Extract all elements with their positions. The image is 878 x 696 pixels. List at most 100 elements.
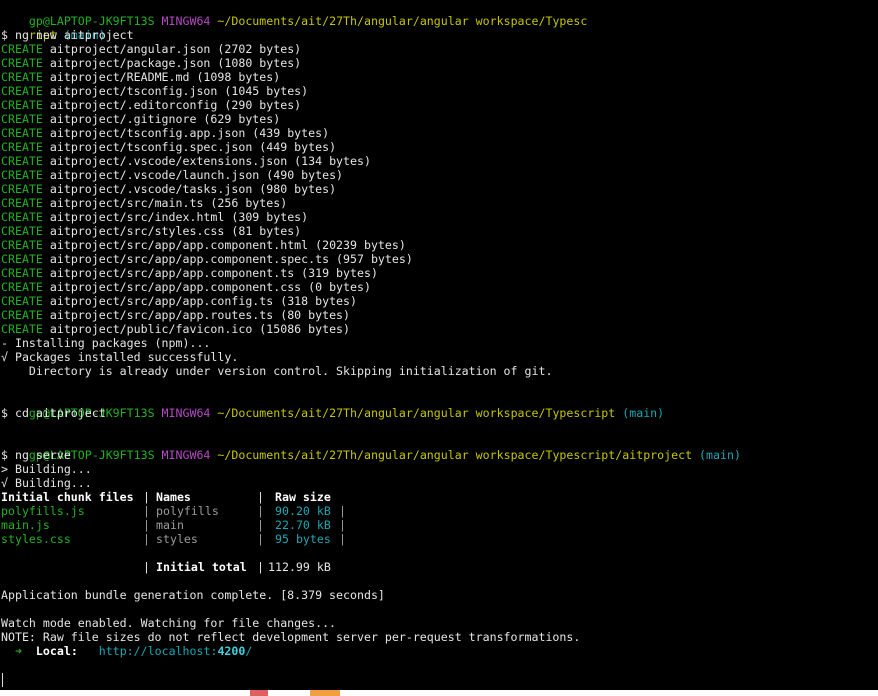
chunk-file: polyfills.js bbox=[1, 504, 85, 518]
created-file: aitproject/.gitignore (629 bytes) bbox=[49, 112, 281, 126]
header-chunk-files: Initial chunk files bbox=[1, 490, 134, 504]
create-line: CREATE aitproject/src/app/app.config.ts … bbox=[1, 294, 357, 308]
prompt-path: ~/Documents/ait/27Th/angular/angular wor… bbox=[217, 448, 693, 462]
table-separator: | bbox=[339, 504, 346, 518]
building-done-text: √ Building... bbox=[1, 476, 92, 490]
bundle-total-row: | Initial total | 112.99 kB bbox=[1, 560, 401, 574]
chunk-size: 90.20 kB bbox=[275, 504, 331, 518]
create-line: CREATE aitproject/.vscode/extensions.jso… bbox=[1, 154, 371, 168]
create-line: CREATE aitproject/src/app/app.component.… bbox=[1, 252, 413, 266]
created-file: aitproject/src/app/app.component.css (0 … bbox=[49, 280, 371, 294]
prompt-branch: (main) bbox=[699, 448, 741, 462]
url-prefix: http://localhost: bbox=[98, 644, 218, 658]
created-file: aitproject/src/app/app.component.spec.ts… bbox=[49, 252, 413, 266]
create-line: CREATE aitproject/angular.json (2702 byt… bbox=[1, 42, 301, 56]
create-label: CREATE bbox=[1, 266, 43, 280]
chunk-size: 95 bytes bbox=[275, 532, 331, 546]
created-file: aitproject/src/app/app.routes.ts (80 byt… bbox=[49, 308, 351, 322]
created-file: aitproject/tsconfig.app.json (439 bytes) bbox=[49, 126, 330, 140]
create-label: CREATE bbox=[1, 140, 43, 154]
command-line: $ ng serve bbox=[1, 448, 71, 462]
note-text: NOTE: Raw file sizes do not reflect deve… bbox=[1, 630, 581, 644]
table-separator: | bbox=[257, 532, 264, 546]
create-line: CREATE aitproject/.gitignore (629 bytes) bbox=[1, 112, 280, 126]
create-label: CREATE bbox=[1, 294, 43, 308]
create-label: CREATE bbox=[1, 70, 43, 84]
prompt-line: gp@LAPTOP-JK9FT13S MINGW64 ~/Documents/a… bbox=[1, 392, 664, 420]
create-line: CREATE aitproject/public/favicon.ico (15… bbox=[1, 322, 350, 336]
create-label: CREATE bbox=[1, 126, 43, 140]
created-file: aitproject/src/index.html (309 bytes) bbox=[49, 210, 309, 224]
created-file: aitproject/angular.json (2702 bytes) bbox=[49, 42, 302, 56]
created-file: aitproject/src/styles.css (81 bytes) bbox=[49, 224, 302, 238]
created-file: aitproject/.editorconfig (290 bytes) bbox=[49, 98, 302, 112]
table-separator: | bbox=[143, 532, 150, 546]
table-separator: | bbox=[339, 532, 346, 546]
terminal-window[interactable]: gp@LAPTOP-JK9FT13S MINGW64 ~/Documents/a… bbox=[1, 0, 878, 690]
prompt-shell: MINGW64 bbox=[161, 448, 211, 462]
create-label: CREATE bbox=[1, 308, 43, 322]
url-port: 4200 bbox=[217, 644, 246, 658]
created-file: aitproject/README.md (1098 bytes) bbox=[49, 70, 281, 84]
create-line: CREATE aitproject/tsconfig.app.json (439… bbox=[1, 126, 329, 140]
create-label: CREATE bbox=[1, 98, 43, 112]
create-line: CREATE aitproject/src/styles.css (81 byt… bbox=[1, 224, 301, 238]
created-file: aitproject/tsconfig.spec.json (449 bytes… bbox=[49, 140, 337, 154]
bundle-table-row: main.js | main | 22.70 kB | bbox=[1, 518, 401, 532]
create-line: CREATE aitproject/src/app/app.component.… bbox=[1, 238, 406, 252]
localhost-link[interactable]: http://localhost:4200/ bbox=[99, 644, 253, 658]
prompt-path: ~/Documents/ait/27Th/angular/angular wor… bbox=[217, 406, 616, 420]
skip-git-text: Directory is already under version contr… bbox=[1, 364, 553, 378]
create-label: CREATE bbox=[1, 196, 43, 210]
created-file: aitproject/src/main.ts (256 bytes) bbox=[49, 196, 288, 210]
create-label: CREATE bbox=[1, 224, 43, 238]
create-line: CREATE aitproject/README.md (1098 bytes) bbox=[1, 70, 280, 84]
create-label: CREATE bbox=[1, 210, 43, 224]
taskbar-icon-fragment bbox=[250, 690, 268, 696]
chunk-name: styles bbox=[156, 532, 198, 546]
bundle-table-row: styles.css | styles | 95 bytes | bbox=[1, 532, 401, 546]
local-url-line: ➜ Local: http://localhost:4200/ bbox=[1, 644, 252, 658]
chunk-file: styles.css bbox=[1, 532, 71, 546]
header-names: Names bbox=[156, 490, 191, 504]
created-file: aitproject/tsconfig.json (1045 bytes) bbox=[49, 84, 309, 98]
create-line: CREATE aitproject/src/app/app.component.… bbox=[1, 266, 378, 280]
created-file: aitproject/public/favicon.ico (15086 byt… bbox=[49, 322, 351, 336]
created-file: aitproject/src/app/app.config.ts (318 by… bbox=[49, 294, 357, 308]
prompt-line: gp@LAPTOP-JK9FT13S MINGW64 ~/Documents/a… bbox=[1, 434, 741, 462]
table-separator: | bbox=[257, 560, 264, 574]
installed-text: √ Packages installed successfully. bbox=[1, 350, 239, 364]
arrow-icon: ➜ bbox=[14, 644, 22, 658]
prompt-path: ~/Documents/ait/27Th/angular/angular wor… bbox=[217, 14, 588, 28]
prompt-line-wrap: ript (main) bbox=[1, 14, 106, 42]
bundle-table-row: polyfills.js | polyfills | 90.20 kB | bbox=[1, 504, 401, 518]
created-file: aitproject/package.json (1080 bytes) bbox=[49, 56, 302, 70]
text-cursor bbox=[2, 673, 3, 687]
create-label: CREATE bbox=[1, 182, 43, 196]
create-label: CREATE bbox=[1, 238, 43, 252]
header-raw-size: Raw size bbox=[275, 490, 331, 504]
created-file: aitproject/src/app/app.component.ts (319… bbox=[49, 266, 378, 280]
create-label: CREATE bbox=[1, 280, 43, 294]
building-text: > Building... bbox=[1, 462, 92, 476]
table-separator: | bbox=[257, 518, 264, 532]
command-line: $ cd aitproject bbox=[1, 406, 106, 420]
create-line: CREATE aitproject/.editorconfig (290 byt… bbox=[1, 98, 301, 112]
total-label: Initial total bbox=[156, 560, 247, 574]
create-line: CREATE aitproject/src/app/app.routes.ts … bbox=[1, 308, 350, 322]
chunk-name: main bbox=[156, 518, 184, 532]
create-line: CREATE aitproject/.vscode/launch.json (4… bbox=[1, 168, 343, 182]
prompt-shell: MINGW64 bbox=[161, 14, 211, 28]
create-label: CREATE bbox=[1, 154, 43, 168]
create-line: CREATE aitproject/src/main.ts (256 bytes… bbox=[1, 196, 287, 210]
header-separator: | bbox=[257, 490, 264, 504]
chunk-file: main.js bbox=[1, 518, 50, 532]
local-label: Local: bbox=[35, 644, 78, 658]
create-label: CREATE bbox=[1, 252, 43, 266]
prompt-shell: MINGW64 bbox=[161, 406, 211, 420]
created-file: aitproject/src/app/app.component.html (2… bbox=[49, 238, 406, 252]
create-label: CREATE bbox=[1, 168, 43, 182]
create-line: CREATE aitproject/tsconfig.json (1045 by… bbox=[1, 84, 308, 98]
create-label: CREATE bbox=[1, 322, 43, 336]
prompt-branch: (main) bbox=[622, 406, 665, 420]
